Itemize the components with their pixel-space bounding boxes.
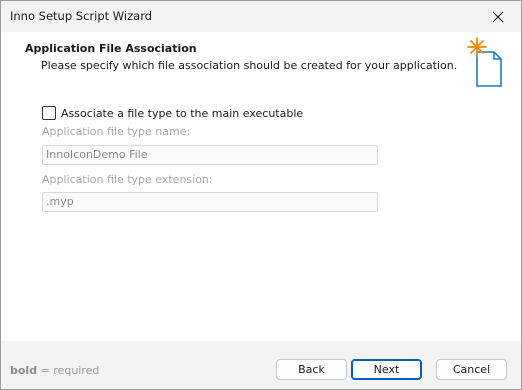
page-header: Application File Association Please spec… <box>1 32 521 90</box>
next-button[interactable]: Next <box>351 359 422 380</box>
cancel-button[interactable]: Cancel <box>436 359 507 380</box>
page-title: Application File Association <box>25 42 197 55</box>
associate-file-type-option[interactable]: Associate a file type to the main execut… <box>42 106 303 120</box>
file-type-extension-label: Application file type extension: <box>42 173 213 186</box>
close-icon <box>492 11 504 22</box>
file-type-name-input[interactable]: InnoIconDemo File <box>42 145 378 165</box>
title-bar: Inno Setup Script Wizard <box>1 1 521 32</box>
associate-file-type-label: Associate a file type to the main execut… <box>61 106 304 120</box>
wizard-window: Inno Setup Script Wizard Application Fil… <box>0 0 522 390</box>
required-legend-bold: bold <box>10 364 38 377</box>
file-type-extension-input[interactable]: .myp <box>42 192 378 212</box>
file-type-name-label: Application file type name: <box>42 125 191 138</box>
wizard-footer: bold = required Back Next Cancel <box>1 341 521 389</box>
back-button[interactable]: Back <box>276 359 347 380</box>
page-description: Please specify which file association sh… <box>41 59 458 72</box>
window-title: Inno Setup Script Wizard <box>10 9 153 23</box>
associate-file-type-checkbox[interactable] <box>42 106 56 120</box>
page-content: Associate a file type to the main execut… <box>1 90 521 341</box>
required-legend-text: = required <box>37 364 100 377</box>
required-legend: bold = required <box>10 364 99 377</box>
new-file-sparkle-icon <box>467 37 502 87</box>
close-button[interactable] <box>475 1 521 32</box>
